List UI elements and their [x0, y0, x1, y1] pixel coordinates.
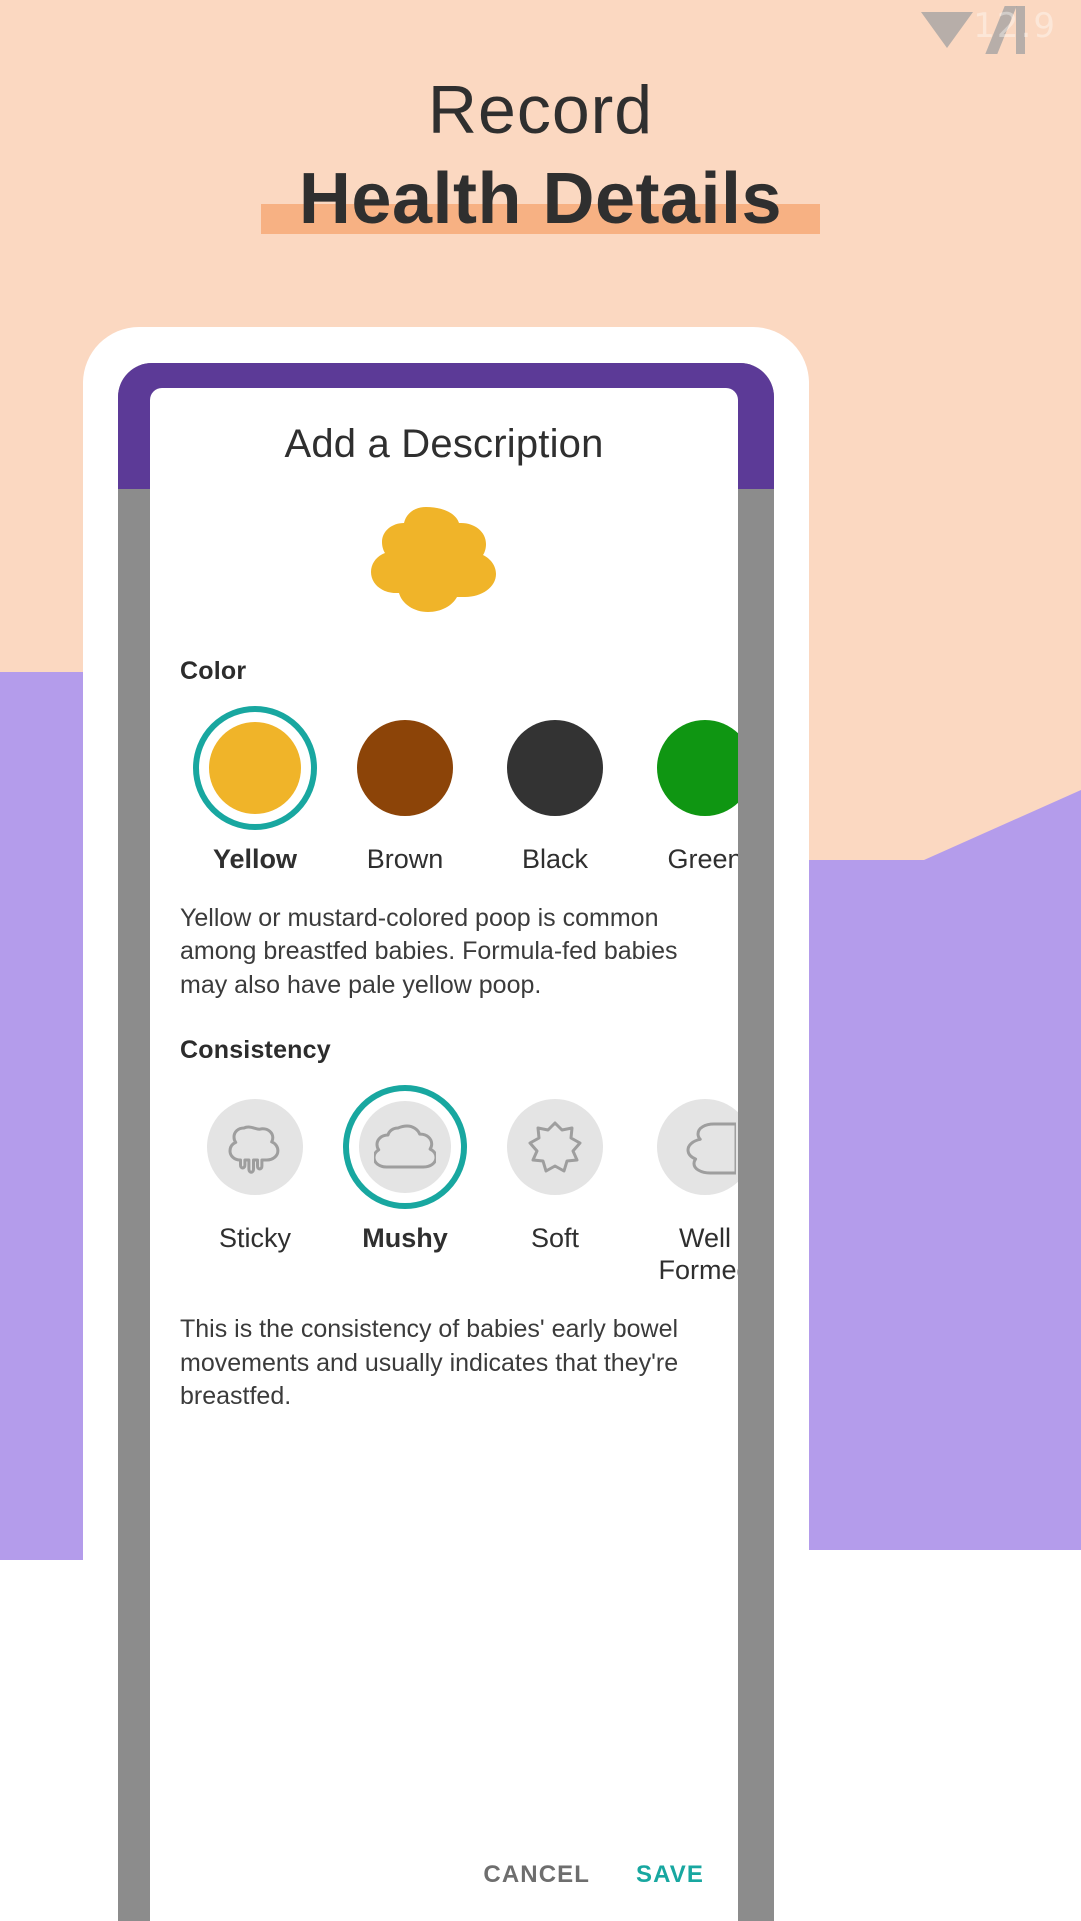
promo-headline: Record Health Details — [0, 72, 1081, 240]
color-swatch-brown-wrap[interactable] — [343, 706, 467, 830]
watermark-text: 12.9 — [973, 6, 1057, 46]
headline-line-2: Health Details — [298, 159, 783, 240]
add-description-dialog: Add a Description Color Yellow Brown Bla… — [150, 388, 738, 1921]
headline-line-2-wrapper: Health Details — [260, 159, 821, 240]
sticky-drip-icon — [228, 1125, 280, 1175]
color-option-brown[interactable]: Brown — [330, 706, 480, 876]
soft-star-icon — [528, 1121, 582, 1173]
color-swatch-brown[interactable] — [357, 720, 453, 816]
cancel-button[interactable]: CANCEL — [483, 1861, 590, 1889]
color-options-row[interactable]: Yellow Brown Black Green — [150, 706, 738, 876]
color-swatch-green[interactable] — [657, 720, 738, 816]
consistency-label-soft: Soft — [530, 1223, 580, 1254]
color-label-brown: Brown — [366, 844, 444, 874]
mushy-cloud-icon — [374, 1124, 436, 1169]
color-swatch-yellow[interactable] — [209, 722, 301, 814]
consistency-mushy-selected-ring[interactable] — [343, 1085, 467, 1210]
consistency-soft-disc[interactable] — [507, 1099, 603, 1196]
consistency-section-heading: Consistency — [180, 1036, 331, 1065]
color-swatch-black[interactable] — [507, 720, 603, 816]
consistency-option-well-formed[interactable]: Well Formed — [630, 1085, 738, 1287]
consistency-mushy-disc[interactable] — [359, 1101, 451, 1194]
consistency-label-mushy: Mushy — [362, 1223, 448, 1254]
consistency-sticky-wrap[interactable] — [193, 1085, 317, 1209]
dialog-title: Add a Description — [284, 422, 604, 466]
color-label-black: Black — [521, 844, 589, 874]
consistency-well-formed-wrap[interactable] — [643, 1085, 738, 1209]
watermark-triangle-icon — [921, 12, 973, 48]
headline-line-1: Record — [427, 72, 654, 148]
color-option-yellow[interactable]: Yellow — [180, 706, 330, 876]
color-swatch-green-wrap[interactable] — [643, 706, 738, 830]
consistency-soft-wrap[interactable] — [493, 1085, 617, 1209]
color-label-yellow: Yellow — [212, 844, 298, 874]
color-label-green: Green — [667, 844, 738, 874]
consistency-label-well-formed: Well Formed — [658, 1223, 738, 1286]
consistency-well-formed-disc[interactable] — [657, 1099, 738, 1196]
color-option-green[interactable]: Green — [630, 706, 738, 876]
consistency-option-soft[interactable]: Soft — [480, 1085, 630, 1255]
consistency-option-mushy[interactable]: Mushy — [330, 1085, 480, 1255]
color-swatch-black-wrap[interactable] — [493, 706, 617, 830]
color-section-heading: Color — [180, 657, 247, 685]
consistency-description: This is the consistency of babies' early… — [180, 1315, 679, 1411]
well-formed-icon — [686, 1122, 736, 1175]
hero-poop-icon — [150, 501, 738, 623]
consistency-options-row[interactable]: Sticky Mushy Soft Well Forme — [150, 1085, 738, 1287]
color-description: Yellow or mustard-colored poop is common… — [180, 903, 678, 999]
color-option-black[interactable]: Black — [480, 706, 630, 876]
consistency-label-sticky: Sticky — [218, 1223, 291, 1254]
consistency-sticky-disc[interactable] — [207, 1099, 303, 1196]
color-swatch-yellow-selected-ring[interactable] — [193, 706, 317, 830]
dialog-actions: CANCEL SAVE — [150, 1861, 738, 1889]
consistency-option-sticky[interactable]: Sticky — [180, 1085, 330, 1255]
save-button[interactable]: SAVE — [636, 1861, 704, 1889]
